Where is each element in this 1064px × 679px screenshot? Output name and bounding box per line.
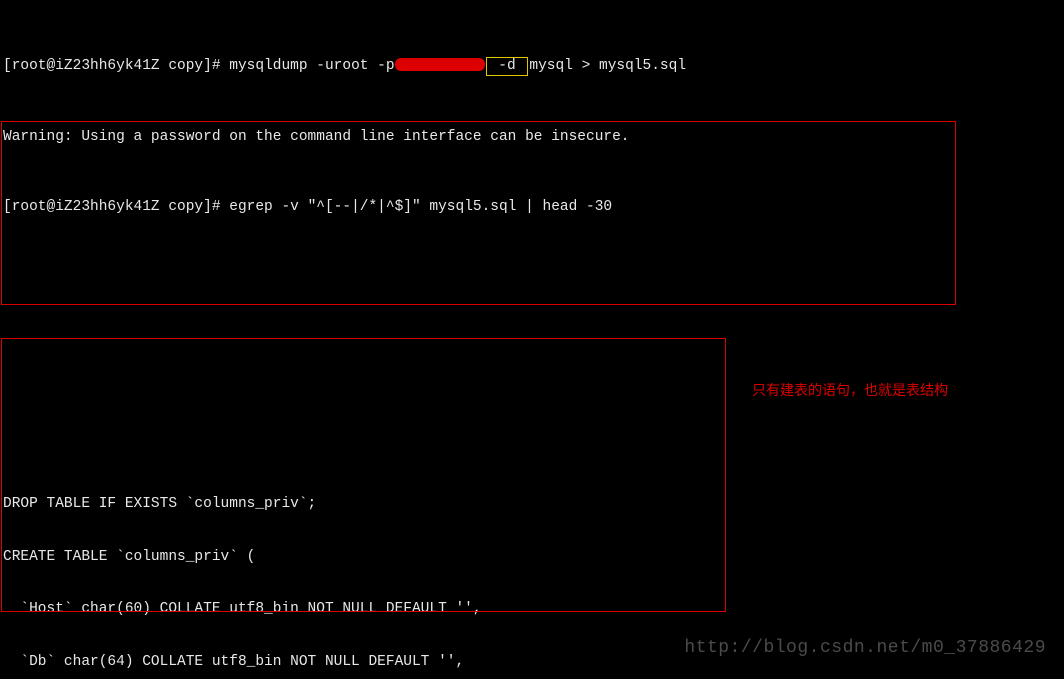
blank-line [3,426,1061,444]
shell-prompt: [root@iZ23hh6yk41Z copy]# [3,58,229,74]
cmd-line-1: [root@iZ23hh6yk41Z copy]# mysqldump -uro… [3,57,1061,77]
output-line: DROP TABLE IF EXISTS `columns_priv`; [3,496,1061,514]
cmd1-part-a: mysqldump -uroot -p [229,58,394,74]
cmd1-part-c: mysql > mysql5.sql [529,58,686,74]
terminal[interactable]: [root@iZ23hh6yk41Z copy]# mysqldump -uro… [0,0,1064,679]
output-line: `Host` char(60) COLLATE utf8_bin NOT NUL… [3,601,1061,619]
cmd2-text: egrep -v "^[--|/*|^$]" mysql5.sql | head… [229,199,612,215]
warning-line: Warning: Using a password on the command… [3,129,1061,147]
blank-line [3,269,1061,287]
output-line: CREATE TABLE `columns_priv` ( [3,549,1061,567]
redacted-password [395,58,485,71]
cmd-line-2: [root@iZ23hh6yk41Z copy]# egrep -v "^[--… [3,199,1061,217]
highlight-d-flag: -d [486,57,529,77]
annotation-text: 只有建表的语句，也就是表结构 [752,382,948,400]
shell-prompt: [root@iZ23hh6yk41Z copy]# [3,199,229,215]
watermark-text: http://blog.csdn.net/m0_37886429 [684,640,1046,658]
blank-line [3,321,1061,339]
